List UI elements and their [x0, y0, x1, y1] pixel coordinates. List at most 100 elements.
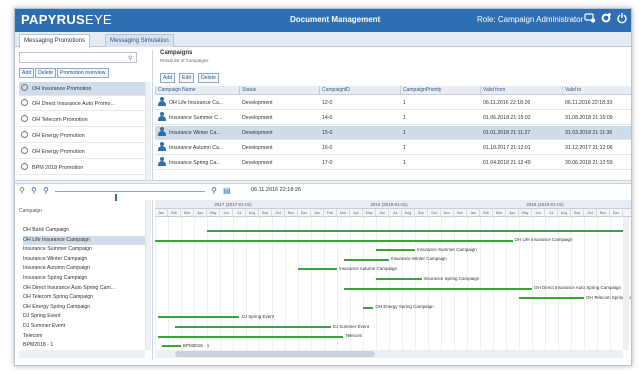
edit-campaign-button[interactable]: Edit: [179, 73, 194, 83]
gantt-row-label[interactable]: Insurance Autumn Campaign: [23, 264, 145, 273]
cell-status: Development: [242, 160, 273, 166]
column-header-name[interactable]: Campaign Name: [155, 86, 239, 95]
gantt-row-label[interactable]: OH Energy Spring Campaign: [23, 303, 145, 312]
promotion-overview-button[interactable]: Promotion overview: [57, 68, 109, 78]
gantt-bar[interactable]: [376, 249, 415, 252]
gantt-row-label[interactable]: OH Direct Insurance Auto Spring Cam...: [23, 284, 145, 293]
gantt-row-label[interactable]: Insurance Winter Campaign: [23, 255, 145, 264]
gantt-row-label[interactable]: BPM2018 - 1: [23, 341, 145, 350]
gantt-bar-label: DJ Spring Event: [241, 313, 275, 319]
gantt-bar[interactable]: [157, 335, 344, 338]
gantt-grid-line: [454, 217, 455, 350]
gantt-hscrollbar[interactable]: [155, 350, 623, 358]
cell-priority: 1: [403, 130, 406, 136]
zoom-in-icon[interactable]: ⚲: [19, 186, 25, 195]
promotion-icon: [21, 131, 28, 138]
gantt-list-hscrollbar[interactable]: [19, 350, 145, 358]
gantt-row-label[interactable]: Telecom: [23, 332, 145, 341]
month-label: Feb: [168, 209, 181, 217]
power-icon[interactable]: [615, 12, 629, 28]
gantt-hscroll-thumb[interactable]: [175, 351, 375, 357]
list-item[interactable]: OH Insurance Promotion: [19, 82, 147, 96]
gear-icon[interactable]: [599, 12, 613, 28]
gantt-bar[interactable]: [363, 306, 374, 309]
campaigns-panel: Campaigns Result list of Campaigns Add E…: [155, 50, 631, 180]
gantt-bar[interactable]: [174, 326, 331, 328]
table-row[interactable]: Insurance Winter Ca... Development 15-0 …: [155, 126, 631, 140]
person-icon: [158, 157, 166, 166]
table-row[interactable]: Insurance Spring Ca... Development 17-0 …: [155, 156, 631, 170]
column-header-priority[interactable]: CampaignPriority: [400, 86, 480, 95]
list-item[interactable]: OH Telecom Promotion: [19, 113, 147, 127]
gantt-row-label[interactable]: Insurance Spring Campaign: [23, 274, 145, 283]
gantt-row-label[interactable]: DJ Summer Event: [23, 322, 145, 331]
gantt-bar[interactable]: [155, 239, 513, 242]
gantt-label-header: Campaign: [19, 208, 42, 214]
cell-priority: 1: [403, 100, 406, 106]
zoom-icon[interactable]: ⚲: [31, 186, 37, 195]
cell-valid-to: 31.08.2018 21:15:09: [565, 115, 613, 121]
gantt-date: 06.11.2016 22:18:26: [251, 187, 302, 193]
list-scrollbar[interactable]: [145, 82, 151, 180]
gantt-row-label[interactable]: Insurance Summer Campaign: [23, 245, 145, 254]
gantt-bar[interactable]: [161, 345, 181, 348]
table-row[interactable]: Insurance Autumn Ca... Development 16-0 …: [155, 141, 631, 155]
gantt-bar[interactable]: [343, 258, 389, 261]
gantt-bar-label: DJ Summer Event: [332, 323, 370, 329]
table-header: Campaign Name Status CampaignID Campaign…: [155, 86, 631, 95]
gantt-bar[interactable]: [207, 230, 623, 232]
table-row[interactable]: Insurance Summer C... Development 14-0 1…: [155, 111, 631, 125]
gantt-bar[interactable]: [298, 268, 337, 271]
zoom-out-icon[interactable]: ⚲: [43, 186, 49, 195]
add-campaign-button[interactable]: Add: [160, 73, 176, 83]
cell-id: 16-0: [322, 145, 333, 151]
table-row[interactable]: OH Life Insurance Ca... Development 12-0…: [155, 96, 631, 110]
gantt-grid-line: [493, 217, 494, 350]
gantt-row-label[interactable]: OH Telecom Spring Campaign: [23, 293, 145, 302]
gantt-list-scrollbar[interactable]: [145, 200, 151, 350]
gantt-bar-label: Insurance Winter Campaign: [391, 256, 447, 262]
month-label: Nov: [285, 209, 298, 217]
list-item[interactable]: BPM 2018 Promotion: [19, 161, 147, 175]
gantt-grid-line: [363, 217, 364, 350]
gantt-bar[interactable]: [519, 297, 584, 300]
column-header-status[interactable]: Status: [239, 86, 319, 95]
zoom-slider[interactable]: [55, 191, 205, 201]
calendar-icon[interactable]: ▤: [223, 186, 231, 195]
month-label: Feb: [324, 209, 337, 217]
tab-messaging-promotions[interactable]: Messaging Promotions: [19, 34, 91, 48]
delete-campaign-button[interactable]: Delete: [198, 73, 219, 83]
tab-messaging-simulation[interactable]: Messaging Simulation: [105, 34, 174, 47]
gantt-bar[interactable]: [157, 316, 240, 319]
cell-valid-to: 31.12.2017 21:12:06: [565, 145, 613, 151]
month-label: Apr: [350, 209, 363, 217]
gantt-vscrollbar[interactable]: [623, 217, 629, 350]
list-item-label: OH Energy Promotion: [32, 149, 85, 155]
column-header-valid-from[interactable]: Valid from: [480, 86, 562, 95]
list-item[interactable]: OH Energy Promotion: [19, 145, 147, 159]
gantt-row-label[interactable]: OH Life Insurance Campaign: [23, 235, 145, 245]
month-label: Oct: [428, 209, 441, 217]
gantt-row-label[interactable]: DJ Spring Event: [23, 312, 145, 321]
column-header-valid-to[interactable]: Valid to: [562, 86, 631, 95]
add-promotion-button[interactable]: Add: [19, 68, 35, 78]
gantt-year-row: 2017 (2017-01-01) 2018 (2018-01-01) 2019…: [155, 200, 631, 209]
column-header-id[interactable]: CampaignID: [319, 86, 400, 95]
gantt-row-label[interactable]: OH Bank Campaign: [23, 226, 145, 235]
delete-promotion-button[interactable]: Delete: [35, 68, 56, 78]
month-label: Aug: [246, 209, 259, 217]
month-label: Aug: [402, 209, 415, 217]
gantt-bar[interactable]: [376, 278, 422, 280]
list-item[interactable]: OH Direct Insurance Auto Promo...: [19, 97, 147, 111]
zoom-fit-icon[interactable]: ⚲: [211, 186, 217, 195]
gantt-bar[interactable]: [343, 287, 532, 290]
search-input[interactable]: ⚲: [19, 52, 137, 63]
gantt-grid-line: [311, 217, 312, 350]
gantt-grid-line: [207, 217, 208, 350]
user-icon[interactable]: [583, 12, 597, 28]
gantt-bar-label: OH Direct Insurance Auto Spring Campaign: [534, 285, 622, 291]
gantt-grid-line: [597, 217, 598, 350]
page-title: Document Management: [290, 15, 381, 24]
month-label: Oct: [584, 209, 597, 217]
list-item[interactable]: OH Energy Promotion: [19, 129, 147, 143]
